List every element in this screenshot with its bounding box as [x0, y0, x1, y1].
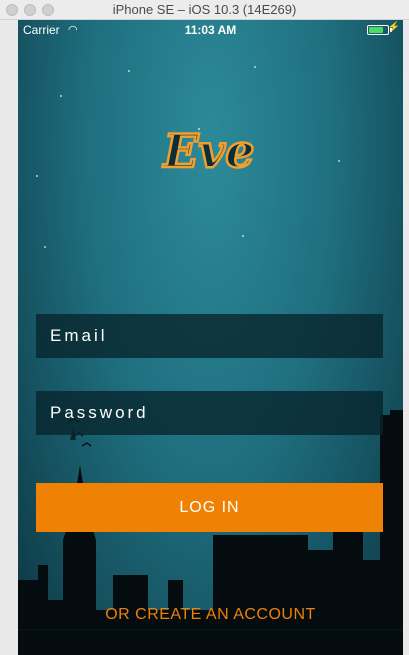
app-logo: Eve: [160, 123, 256, 180]
simulator-title-bar: iPhone SE – iOS 10.3 (14E269): [0, 0, 409, 20]
create-account-link[interactable]: OR CREATE AN ACCOUNT: [18, 606, 403, 624]
status-bar: Carrier ◠ 11:03 AM ⚡: [18, 20, 403, 40]
status-time: 11:03 AM: [184, 23, 237, 37]
password-field[interactable]: [36, 391, 383, 435]
login-button[interactable]: LOG IN: [36, 483, 383, 532]
battery-icon: [367, 25, 389, 35]
simulator-title: iPhone SE – iOS 10.3 (14E269): [112, 2, 297, 17]
charging-icon: ⚡: [387, 22, 400, 33]
phone-screen: Carrier ◠ 11:03 AM ⚡ Eve LOG IN OR CREAT…: [18, 20, 403, 655]
logo-text: Eve: [161, 124, 254, 178]
email-field[interactable]: [36, 314, 383, 358]
